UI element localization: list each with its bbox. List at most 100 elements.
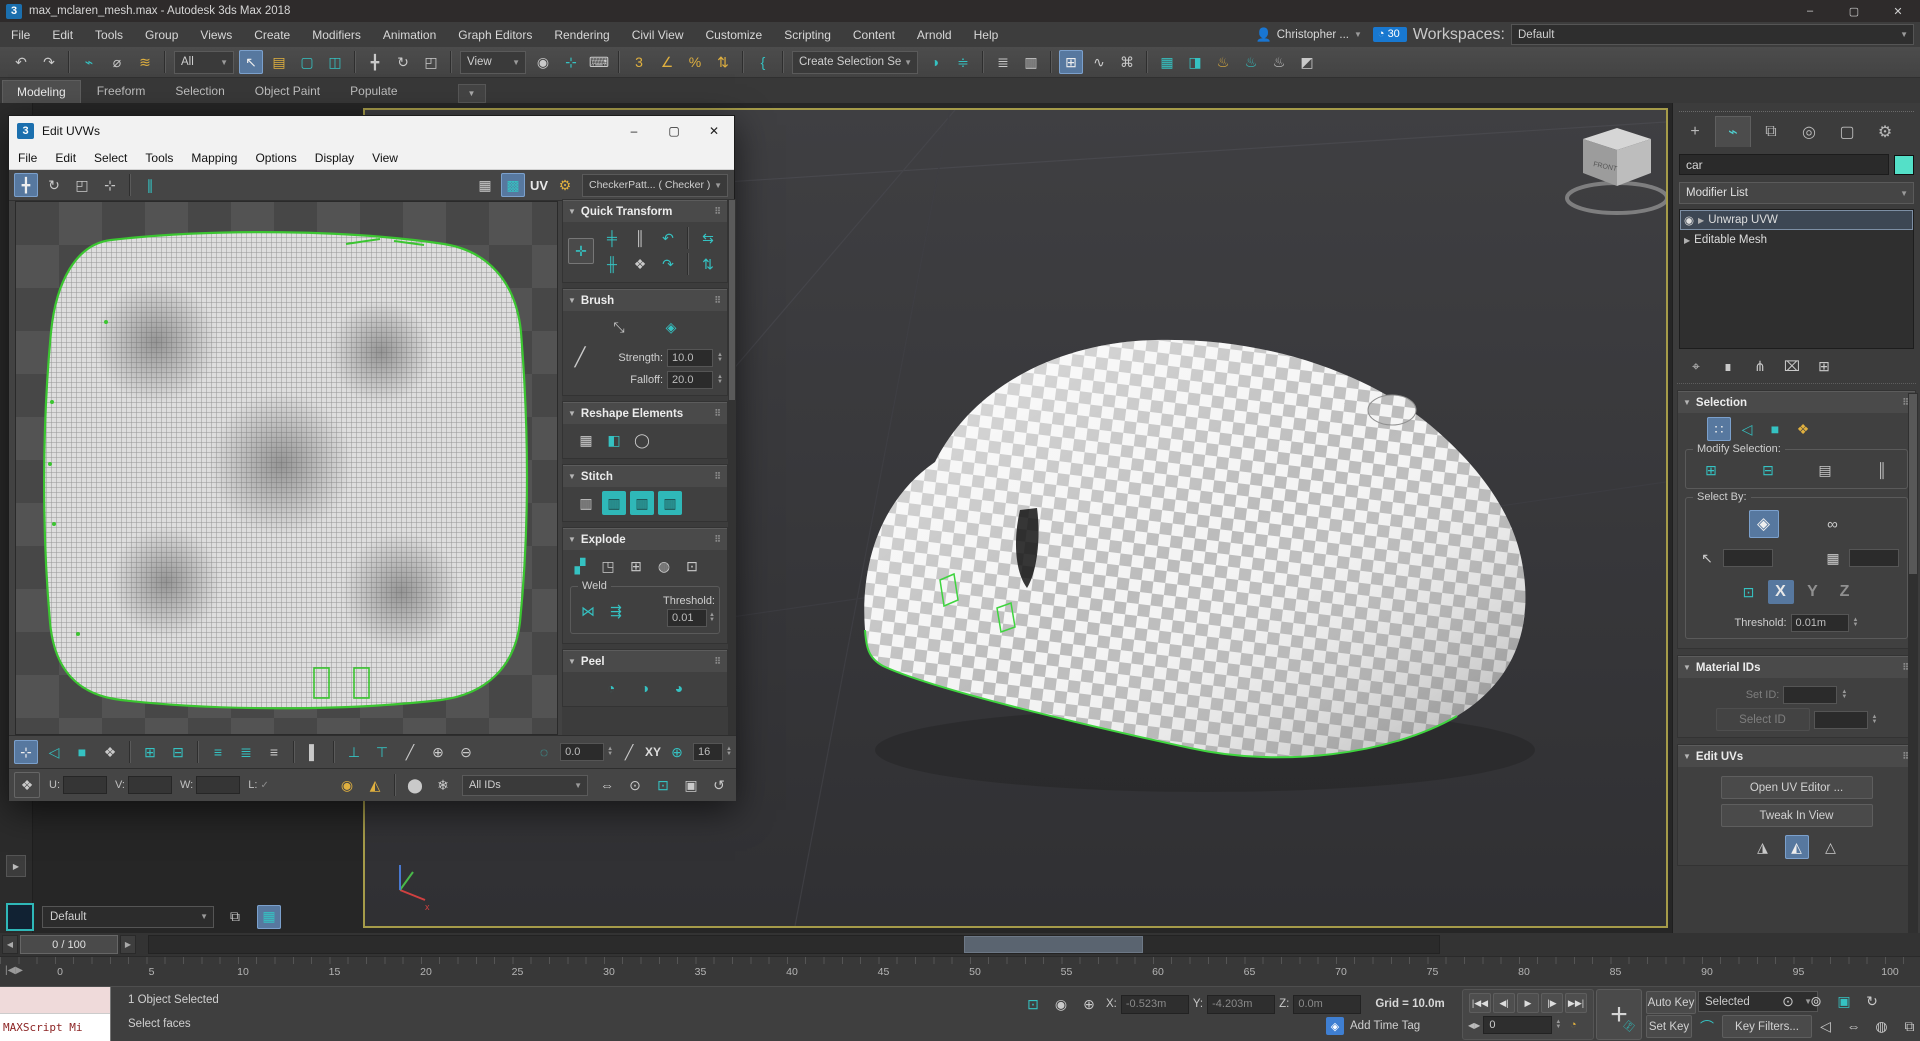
track-bar-mode-icon[interactable]: |◀▶ <box>5 965 23 976</box>
brush-header[interactable]: ▼Brush⠿ <box>563 289 727 311</box>
go-to-end-icon[interactable]: ▶▶| <box>1565 993 1587 1013</box>
undo-icon[interactable]: ↶ <box>9 50 33 74</box>
uvw-menu-file[interactable]: File <box>9 146 46 170</box>
redo-icon[interactable]: ↷ <box>37 50 61 74</box>
ribbon-tab-modeling[interactable]: Modeling <box>2 80 81 103</box>
use-pivot-point-icon[interactable]: ◉ <box>531 50 555 74</box>
w-field[interactable] <box>196 776 240 794</box>
straighten-selection-icon[interactable]: ◧ <box>602 428 626 452</box>
select-and-link-icon[interactable]: ⌁ <box>77 50 101 74</box>
rectangular-selection-region-icon[interactable]: ▢ <box>295 50 319 74</box>
flatten-by-face-angle-icon[interactable]: ⊞ <box>624 554 648 578</box>
field-of-view-icon[interactable]: ◁ <box>1814 1014 1838 1038</box>
peel-reset-icon[interactable]: ◕ <box>667 676 691 700</box>
layer-stack-icon[interactable]: ⧉ <box>223 905 247 929</box>
configure-modifier-sets-icon[interactable]: ⊞ <box>1812 354 1836 378</box>
stitch-to-target-icon[interactable]: ▥ <box>658 491 682 515</box>
zoom-icon[interactable]: ⊙ <box>623 773 647 797</box>
uvw-menu-edit[interactable]: Edit <box>46 146 85 170</box>
uv-transform-icon[interactable]: ◮ <box>1751 835 1775 859</box>
stitch-to-average-icon[interactable]: ▥ <box>630 491 654 515</box>
select-object-icon[interactable]: ↖ <box>239 50 263 74</box>
close-button[interactable]: ✕ <box>1876 0 1920 22</box>
utilities-tab[interactable]: ⚙ <box>1867 116 1903 148</box>
relax-brush-icon[interactable]: ◈ <box>659 315 683 339</box>
snaps-toggle-icon[interactable]: 3 <box>627 50 651 74</box>
element-mode-icon[interactable]: ❖ <box>98 740 122 764</box>
previous-frame-button[interactable]: ◀ <box>2 935 18 954</box>
menu-scripting[interactable]: Scripting <box>773 28 842 42</box>
pan-icon[interactable]: ⇔ <box>1842 1014 1866 1038</box>
selection-threshold-field[interactable]: 0.01m <box>1791 614 1849 632</box>
set-id-field[interactable] <box>1783 686 1837 704</box>
revert-icon[interactable]: ↺ <box>707 773 731 797</box>
select-by-cube-icon[interactable]: ◈ <box>1749 510 1779 538</box>
gizmo-options-icon[interactable]: ❖ <box>14 772 40 798</box>
reshape-elements-header[interactable]: ▼Reshape Elements⠿ <box>563 402 727 424</box>
edge-ring-icon[interactable]: ║ <box>1870 458 1894 482</box>
ribbon-tab-object-paint[interactable]: Object Paint <box>241 80 334 103</box>
lattice-icon[interactable]: ❖ <box>628 252 652 276</box>
hide-icon[interactable]: ⬤ <box>403 773 427 797</box>
menu-graph-editors[interactable]: Graph Editors <box>447 28 543 42</box>
menu-help[interactable]: Help <box>963 28 1010 42</box>
uv-editor-canvas[interactable] <box>15 201 558 735</box>
render-setup-icon[interactable]: ▦ <box>1155 50 1179 74</box>
stack-item-editable-mesh[interactable]: ▶Editable Mesh <box>1680 230 1913 250</box>
select-and-move-icon[interactable]: ╋ <box>363 50 387 74</box>
uv-space-label[interactable]: UV <box>530 178 548 193</box>
align-to-vertical-icon[interactable]: ⊥ <box>342 740 366 764</box>
material-ids-header[interactable]: ▼Material IDs⠿ <box>1678 656 1915 678</box>
vertex-mode-icon[interactable]: ⊹ <box>14 740 38 764</box>
grow-selection-icon[interactable]: ⊞ <box>1699 458 1723 482</box>
scene-explorer-expand-button[interactable]: ▶ <box>6 855 26 877</box>
minimize-button[interactable]: – <box>1788 0 1832 22</box>
texture-options-icon[interactable]: ⚙ <box>553 173 577 197</box>
strength-field[interactable]: 10.0 <box>667 349 713 367</box>
material-id-filter-dropdown[interactable]: All IDs ▼ <box>462 775 588 796</box>
angle-snap-icon[interactable]: ∠ <box>655 50 679 74</box>
filter-triangle-icon[interactable]: ◭ <box>363 773 387 797</box>
set-key-button[interactable]: Set Key <box>1646 1015 1692 1038</box>
menu-customize[interactable]: Customize <box>695 28 774 42</box>
play-icon[interactable]: ▶ <box>1517 993 1539 1013</box>
current-frame-field[interactable]: 0 <box>1483 1016 1552 1034</box>
mirror-icon[interactable]: ∥ <box>138 173 162 197</box>
weld-selected-icon[interactable]: ⋈ <box>576 599 600 623</box>
texture-dropdown[interactable]: CheckerPatt... ( Checker ) ▼ <box>582 174 728 197</box>
open-uv-editor-button[interactable]: Open UV Editor ... <box>1721 776 1873 799</box>
selection-filter-dropdown[interactable]: All▼ <box>174 51 234 74</box>
menu-modifiers[interactable]: Modifiers <box>301 28 372 42</box>
keyboard-shortcut-override-icon[interactable]: ⌨ <box>587 50 611 74</box>
quick-transform-plus-icon[interactable]: ✛ <box>568 238 594 264</box>
space-vertical-icon[interactable]: ⇅ <box>696 252 720 276</box>
expand-arrow-icon[interactable]: ▶ <box>1684 236 1690 245</box>
brush-falloff-type-icon[interactable]: ╱ <box>568 345 592 369</box>
track-bar-ruler[interactable]: |◀▶ 051015202530354045505560657075808590… <box>0 956 1920 987</box>
maxscript-mini-listener[interactable]: MAXScript Mi <box>0 987 111 1041</box>
align-horizontal-icon[interactable]: ╪ <box>600 226 624 250</box>
select-by-name-icon[interactable]: ▤ <box>267 50 291 74</box>
layer-manager-icon[interactable]: ≣ <box>991 50 1015 74</box>
edge-marker-icon[interactable]: ▌ <box>302 740 326 764</box>
visibility-eye-icon[interactable]: ◉ <box>1684 213 1694 227</box>
make-unique-icon[interactable]: ⋔ <box>1748 354 1772 378</box>
edge-loop-icon[interactable]: ▤ <box>1813 458 1837 482</box>
falloff-field[interactable]: 20.0 <box>667 371 713 389</box>
move-brush-icon[interactable]: ⤡ <box>607 315 631 339</box>
selection-header[interactable]: ▼Selection⠿ <box>1678 391 1915 413</box>
rendered-frame-window-icon[interactable]: ◨ <box>1183 50 1207 74</box>
curve-editor-icon[interactable]: ∿ <box>1087 50 1111 74</box>
zoom-icon[interactable]: ⊙ <box>1776 989 1800 1013</box>
paint-select-add-icon[interactable]: ⊕ <box>426 740 450 764</box>
edit-named-selection-sets-icon[interactable]: { <box>751 50 775 74</box>
menu-content[interactable]: Content <box>842 28 906 42</box>
set-keys-button[interactable]: + ⚿ <box>1596 989 1642 1040</box>
axis-x-button[interactable]: X <box>1768 580 1794 604</box>
planar-angle-icon[interactable]: ⊡ <box>1737 580 1761 604</box>
peel-header[interactable]: ▼Peel⠿ <box>563 650 727 672</box>
select-and-scale-icon[interactable]: ◰ <box>419 50 443 74</box>
select-id-field[interactable] <box>1814 711 1868 729</box>
rotate-icon[interactable]: ↻ <box>42 173 66 197</box>
show-map-toggle-icon[interactable]: ▦ <box>473 173 497 197</box>
